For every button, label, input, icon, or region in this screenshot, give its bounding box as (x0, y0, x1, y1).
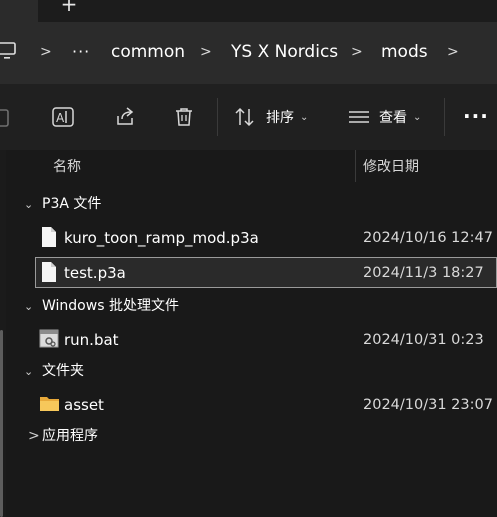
sort-button[interactable]: 排序 ⌄ (233, 100, 321, 134)
rename-button[interactable]: A (46, 100, 80, 134)
view-list-icon (349, 111, 369, 123)
svg-text:A: A (56, 111, 65, 125)
batch-file-icon (39, 329, 59, 348)
file-date: 2024/11/3 18:27 (363, 265, 484, 281)
file-name[interactable]: asset (64, 394, 104, 416)
breadcrumb-chevron-icon[interactable]: > (200, 40, 212, 64)
breadcrumb-item-ys-x-nordics[interactable]: YS X Nordics (231, 39, 338, 65)
rename-icon: A (52, 107, 74, 127)
file-name[interactable]: run.bat (64, 329, 119, 351)
breadcrumb-chevron-icon[interactable]: > (351, 40, 363, 64)
share-icon (117, 107, 134, 125)
chevron-down-icon[interactable]: ⌄ (24, 362, 33, 382)
column-header-date-modified[interactable]: 修改日期 (363, 157, 419, 177)
group-header-p3a[interactable]: P3A 文件 (42, 194, 101, 214)
file-icon (42, 262, 56, 282)
group-header-applications[interactable]: 应用程序 (42, 426, 98, 446)
view-label: 查看 (379, 110, 407, 126)
breadcrumb-chevron-icon[interactable]: > (447, 40, 459, 64)
file-date: 2024/10/16 12:47 (363, 230, 493, 246)
group-header-batch[interactable]: Windows 批处理文件 (42, 296, 179, 316)
file-date: 2024/10/31 23:07 (363, 397, 493, 413)
chevron-down-icon[interactable]: ⌄ (24, 297, 33, 317)
column-header-name[interactable]: 名称 (53, 157, 81, 177)
more-options-button[interactable]: ··· (463, 104, 489, 128)
toolbar-divider (217, 98, 218, 136)
breadcrumb-item-common[interactable]: common (111, 39, 185, 65)
active-tab[interactable] (0, 0, 38, 22)
trash-icon (176, 108, 192, 126)
share-button[interactable] (108, 100, 142, 134)
chevron-down-icon: ⌄ (413, 111, 422, 123)
breadcrumb-chevron-icon[interactable]: > (40, 40, 52, 64)
new-tab-icon[interactable]: + (58, 0, 80, 16)
chevron-down-icon: ⌄ (300, 111, 309, 123)
view-button[interactable]: 查看 ⌄ (347, 100, 437, 134)
breadcrumb-item-mods[interactable]: mods (381, 39, 428, 65)
scrollbar[interactable] (0, 330, 3, 517)
delete-button[interactable] (167, 100, 201, 134)
toolbar-divider (444, 98, 445, 136)
breadcrumb-overflow-button[interactable]: ··· (72, 39, 90, 65)
folder-icon (40, 397, 59, 411)
sort-label: 排序 (266, 110, 294, 126)
column-divider[interactable] (355, 150, 356, 182)
group-header-folders[interactable]: 文件夹 (42, 361, 84, 381)
chevron-down-icon[interactable]: ⌄ (24, 195, 33, 215)
chevron-right-icon[interactable]: > (28, 426, 40, 446)
file-name[interactable]: kuro_toon_ramp_mod.p3a (64, 227, 259, 249)
copy-icon[interactable] (0, 107, 14, 129)
this-pc-icon[interactable] (0, 40, 18, 62)
sort-icon (235, 107, 254, 127)
file-name[interactable]: test.p3a (64, 262, 126, 284)
file-date: 2024/10/31 0:23 (363, 332, 484, 348)
file-icon (42, 227, 56, 247)
